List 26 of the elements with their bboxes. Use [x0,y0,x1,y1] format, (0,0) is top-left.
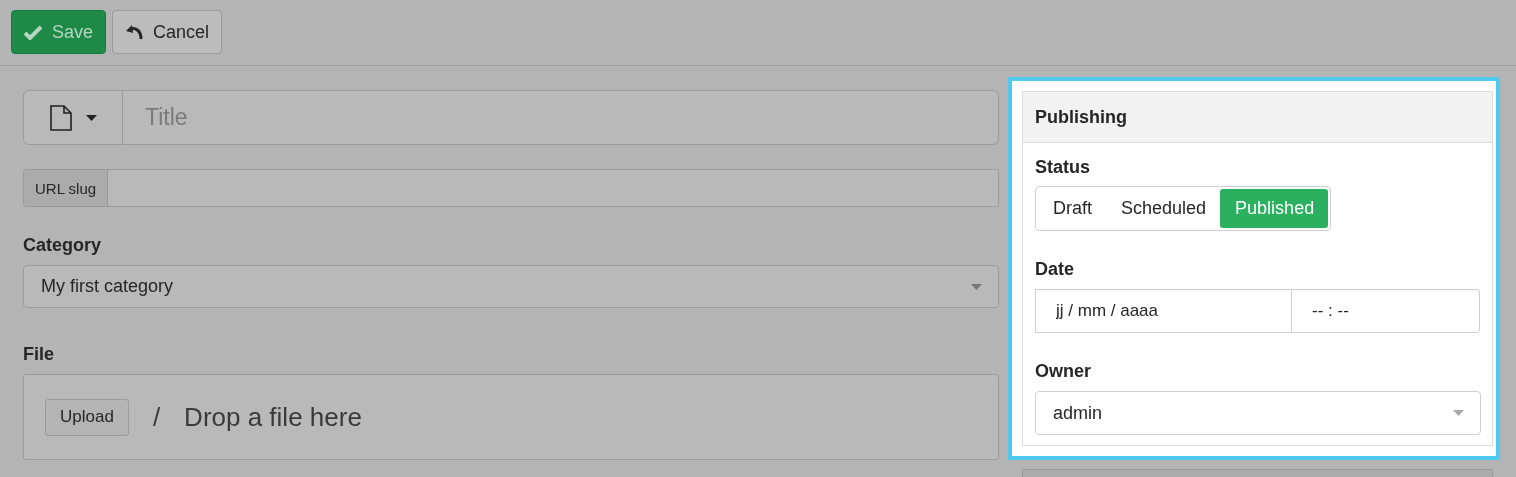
upload-button[interactable]: Upload [45,398,129,436]
field-label: Owner [1035,361,1092,382]
check-icon [24,24,42,40]
time-field[interactable]: -- : -- [1292,289,1480,333]
document-type-dropdown[interactable] [23,90,123,145]
field-label: File [23,344,55,365]
document-icon [49,104,72,131]
date-field[interactable]: jj / mm / aaaa [1035,289,1292,333]
caret-icon [971,283,982,290]
status-option[interactable]: Draft [1038,189,1106,228]
caret-icon [1453,410,1464,416]
title-field[interactable]: Title [123,90,999,145]
field-label: Date [1035,259,1075,280]
cancel-button[interactable]: Cancel [112,10,223,54]
owner-select[interactable]: admin [1035,391,1481,435]
undo-icon [125,24,144,40]
category-select[interactable]: My first category [23,265,999,308]
status-option[interactable]: Scheduled [1106,189,1221,228]
field-label: Category [23,235,103,256]
caret-icon [85,114,97,121]
field-label: Status [1035,157,1091,178]
panel-title: Publishing [1035,106,1127,128]
drop-hint: Drop a file here [184,401,362,433]
separator: / [152,401,161,433]
url-slug-field[interactable]: URL slug [23,169,999,207]
file-drop-zone[interactable]: Upload / Drop a file here [23,374,999,460]
